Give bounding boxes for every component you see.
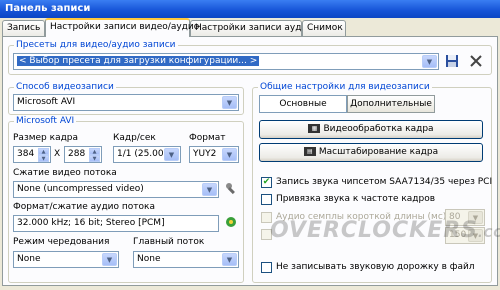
watermark: OVERCLOCKERS.COM.UA bbox=[270, 218, 500, 246]
video-processing-icon: ▦ bbox=[308, 124, 321, 133]
tab-advanced[interactable]: Дополнительные bbox=[347, 95, 435, 113]
delete-x-icon bbox=[470, 55, 482, 67]
tab-basic[interactable]: Основные bbox=[259, 95, 347, 113]
spin-up-icon[interactable]: ▲ bbox=[89, 148, 100, 155]
video-codec-settings-button[interactable] bbox=[223, 181, 239, 197]
audio-format-value: 32.000 kHz; 16 bit; Stereo [PCM] bbox=[17, 218, 165, 228]
chevron-down-icon: ▼ bbox=[422, 55, 437, 68]
video-processing-label: Видеообработка кадра bbox=[323, 124, 434, 134]
save-preset-button[interactable] bbox=[444, 54, 460, 70]
main-stream-value: None bbox=[137, 254, 161, 264]
watermark-suffix: .COM.UA bbox=[478, 226, 500, 240]
tab-audio-settings[interactable]: Настройки записи аудио bbox=[190, 20, 313, 36]
preset-select-value: < Выбор пресета для загрузки конфигураци… bbox=[17, 56, 260, 66]
presets-group-title: Пресеты для видео/аудио записи bbox=[14, 40, 178, 50]
chevron-down-icon: ▼ bbox=[164, 148, 179, 161]
tab-snapshot[interactable]: Снимок bbox=[302, 20, 346, 36]
chevron-down-icon: ▼ bbox=[222, 96, 237, 109]
audio-settings-icon bbox=[226, 217, 236, 227]
settings-panel: Пресеты для видео/аудио записи < Выбор п… bbox=[2, 36, 498, 286]
frame-scaling-icon: ▤ bbox=[303, 147, 316, 156]
tools-icon bbox=[226, 183, 235, 195]
frame-height-value: 288 bbox=[68, 149, 86, 159]
format-select[interactable]: YUY2 ▼ bbox=[189, 146, 239, 163]
frame-size-separator: X bbox=[54, 149, 61, 159]
general-settings-title: Общие настройки для видеозаписи bbox=[258, 82, 432, 92]
tab-record[interactable]: Запись bbox=[2, 20, 45, 36]
delete-preset-button[interactable] bbox=[467, 53, 485, 71]
main-stream-label: Главный поток bbox=[133, 237, 205, 247]
capture-method-value: Microsoft AVI bbox=[17, 97, 76, 107]
video-compression-value: None (uncompressed video) bbox=[17, 184, 144, 194]
audio-format-label: Формат/сжатие аудио потока bbox=[13, 202, 155, 212]
video-compression-select[interactable]: None (uncompressed video) ▼ bbox=[13, 181, 219, 198]
format-label: Формат bbox=[189, 133, 226, 143]
capture-method-title: Способ видеозаписи bbox=[14, 82, 116, 92]
video-compression-label: Сжатие видео потока bbox=[13, 168, 117, 178]
fps-label: Кадр/сек bbox=[113, 133, 156, 143]
avi-group: Microsoft AVI Размер кадра 384 ▲ ▼ X 288… bbox=[8, 116, 244, 283]
frame-height-input[interactable]: 288 ▲ ▼ bbox=[64, 146, 102, 163]
saa-audio-label: Запись звука чипсетом SAA7134/35 через P… bbox=[276, 177, 493, 187]
bind-framerate-checkbox[interactable] bbox=[261, 194, 272, 205]
chevron-down-icon: ▼ bbox=[222, 148, 237, 161]
tab-video-audio-settings[interactable]: Настройки записи видео/аудио bbox=[45, 18, 199, 37]
presets-group: Пресеты для видео/аудио записи < Выбор п… bbox=[8, 40, 492, 75]
floppy-disk-icon bbox=[446, 55, 458, 67]
chevron-down-icon: ▼ bbox=[222, 253, 237, 266]
no-audio-track-checkbox[interactable] bbox=[261, 262, 272, 273]
preset-select[interactable]: < Выбор пресета для загрузки конфигураци… bbox=[13, 53, 439, 70]
watermark-text: OVERCLOCKERS bbox=[270, 218, 479, 243]
capture-method-group: Способ видеозаписи Microsoft AVI ▼ bbox=[8, 82, 244, 115]
interleave-value: None bbox=[17, 254, 41, 264]
general-settings-group: Общие настройки для видеозаписи Основные… bbox=[252, 82, 493, 283]
frame-scaling-label: Масштабирование кадра bbox=[318, 147, 439, 157]
no-audio-track-label: Не записывать звуковую дорожку в файл bbox=[276, 262, 475, 272]
spin-up-icon[interactable]: ▲ bbox=[38, 148, 49, 155]
frame-width-value: 384 bbox=[17, 149, 35, 159]
format-value: YUY2 bbox=[193, 149, 217, 159]
video-processing-button[interactable]: ▦ Видеообработка кадра bbox=[259, 120, 483, 139]
frame-width-input[interactable]: 384 ▲ ▼ bbox=[13, 146, 51, 163]
saa-audio-checkbox[interactable]: ✔ bbox=[261, 177, 272, 188]
interleave-select[interactable]: None ▼ bbox=[13, 251, 119, 268]
fps-select[interactable]: 1/1 (25.00) ▼ bbox=[113, 146, 181, 163]
chevron-down-icon: ▼ bbox=[102, 253, 117, 266]
main-stream-select[interactable]: None ▼ bbox=[133, 251, 239, 268]
window-title: Панель записи bbox=[0, 0, 500, 18]
capture-method-select[interactable]: Microsoft AVI ▼ bbox=[13, 94, 239, 111]
fps-value: 1/1 (25.00) bbox=[117, 149, 168, 159]
frame-scaling-button[interactable]: ▤ Масштабирование кадра bbox=[259, 143, 483, 162]
audio-format-button[interactable] bbox=[223, 215, 239, 231]
avi-group-title: Microsoft AVI bbox=[14, 116, 77, 126]
frame-size-label: Размер кадра bbox=[13, 133, 79, 143]
bind-framerate-label: Привязка звука к частоте кадров bbox=[276, 194, 436, 204]
chevron-down-icon: ▼ bbox=[202, 183, 217, 196]
spin-down-icon[interactable]: ▼ bbox=[38, 155, 49, 162]
audio-format-field[interactable]: 32.000 kHz; 16 bit; Stereo [PCM] bbox=[13, 215, 219, 232]
interleave-label: Режим чередования bbox=[13, 237, 110, 247]
spin-down-icon[interactable]: ▼ bbox=[89, 155, 100, 162]
